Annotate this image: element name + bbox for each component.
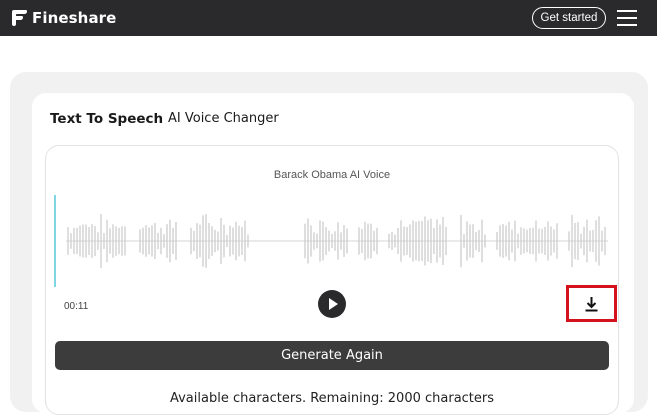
fineshare-logo-icon <box>12 10 27 26</box>
audio-player-panel <box>45 145 619 415</box>
get-started-button[interactable]: Get started <box>532 7 606 29</box>
tab-ai-voice-changer[interactable]: AI Voice Changer <box>168 111 279 126</box>
hamburger-menu-icon[interactable] <box>617 9 637 27</box>
tab-text-to-speech[interactable]: Text To Speech <box>50 111 163 127</box>
download-icon <box>585 297 598 312</box>
generate-again-button[interactable]: Generate Again <box>55 341 609 370</box>
play-button[interactable] <box>318 290 346 318</box>
voice-name: Barack Obama AI Voice <box>273 169 391 181</box>
top-navigation-bar: Fineshare Get started <box>0 0 657 36</box>
playback-time: 00:11 <box>64 301 89 312</box>
play-icon <box>329 298 338 310</box>
brand-name: Fineshare <box>32 9 117 27</box>
brand-logo[interactable]: Fineshare <box>10 8 116 28</box>
available-characters-text: Available characters. Remaining: 2000 ch… <box>169 391 495 406</box>
download-button[interactable] <box>566 285 617 322</box>
